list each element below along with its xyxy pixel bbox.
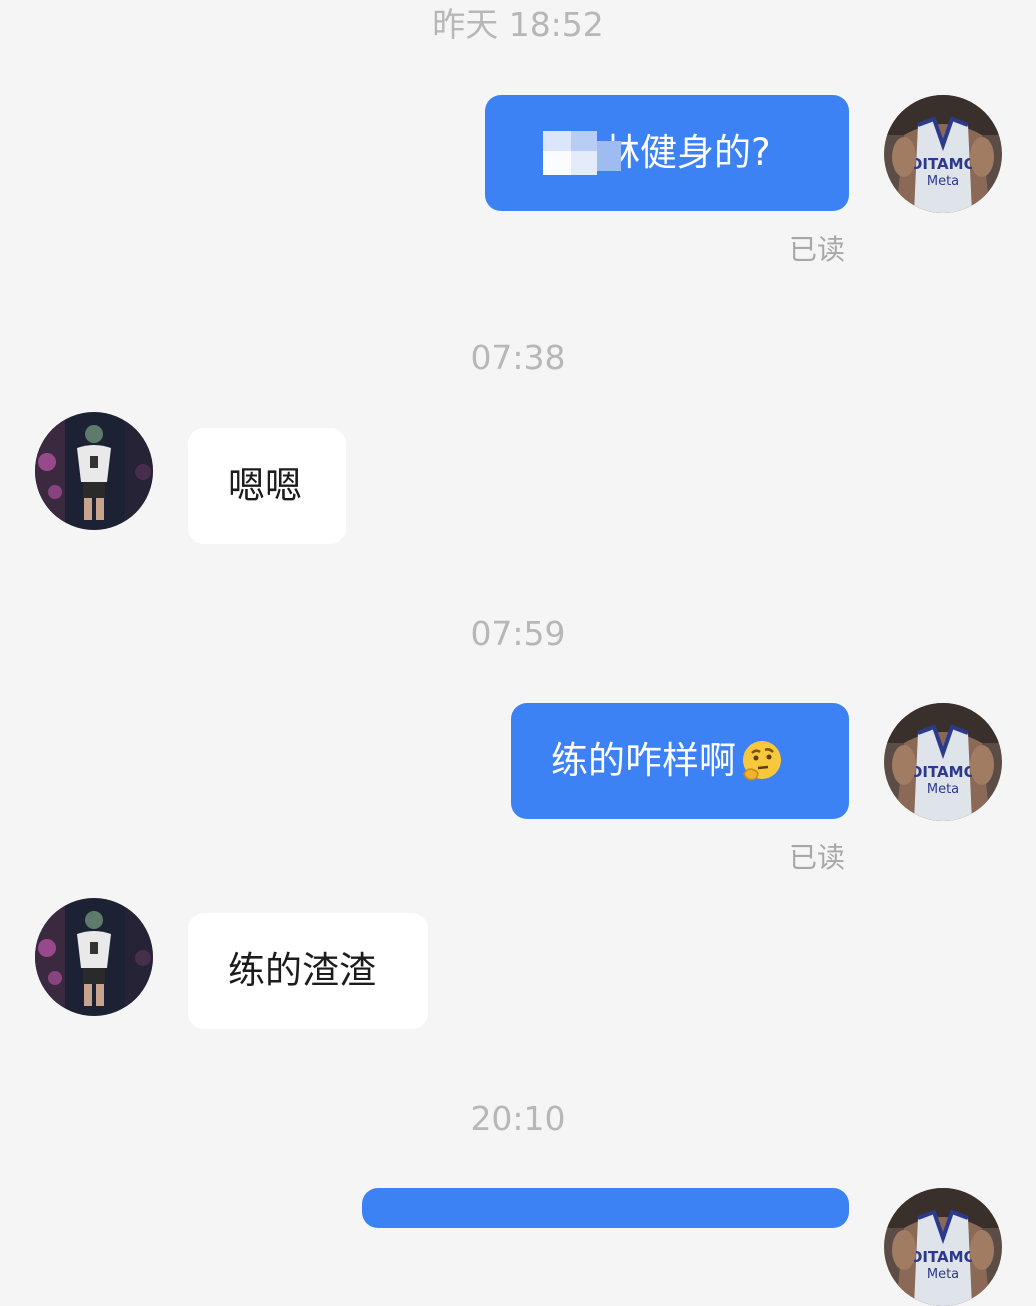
message-text: 嗯嗯	[228, 464, 302, 507]
timestamp: 20:10	[470, 1099, 566, 1138]
redacted-text-block	[543, 127, 625, 179]
message-text: 练的渣渣	[228, 949, 376, 992]
timestamp: 07:59	[470, 614, 566, 653]
read-status: 已读	[789, 841, 846, 874]
timestamp: 07:38	[470, 338, 566, 377]
message-text: 练的咋样啊	[551, 739, 736, 782]
message-bubble-outgoing-partial[interactable]	[362, 1188, 849, 1228]
self-avatar[interactable]	[884, 703, 1002, 821]
message-text: 林健身的?	[603, 131, 771, 174]
message-bubble-incoming[interactable]: 练的渣渣	[188, 913, 428, 1029]
message-bubble-outgoing[interactable]: 练的咋样啊	[511, 703, 849, 819]
message-bubble-outgoing[interactable]: 林健身的?	[485, 95, 849, 211]
self-avatar[interactable]	[884, 95, 1002, 213]
contact-avatar[interactable]	[35, 412, 153, 530]
thinking-face-emoji	[743, 741, 781, 781]
timestamp: 昨天 18:52	[432, 5, 604, 44]
message-bubble-incoming[interactable]: 嗯嗯	[188, 428, 346, 544]
contact-avatar[interactable]	[35, 898, 153, 1016]
read-status: 已读	[789, 233, 846, 266]
self-avatar[interactable]	[884, 1188, 1002, 1306]
